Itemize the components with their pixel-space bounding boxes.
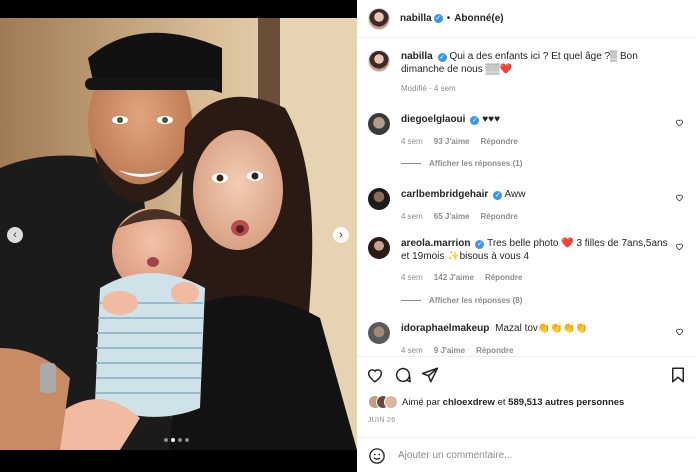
liked-by-user[interactable]: chloexdrew <box>443 397 495 408</box>
comment-username[interactable]: idoraphaelmakeup <box>401 323 489 334</box>
carousel-prev-button[interactable]: ‹ <box>7 227 23 243</box>
post-date[interactable]: JUIN 26 <box>368 417 395 424</box>
post-photo[interactable] <box>0 18 357 450</box>
comment-input[interactable] <box>398 450 628 461</box>
comment-time: 4 sem <box>401 273 423 282</box>
view-replies-label[interactable]: Afficher les réponses (1) <box>429 159 522 168</box>
comment-likes[interactable]: 65 J'aime <box>434 212 470 221</box>
share-icon[interactable] <box>421 366 439 384</box>
chevron-left-icon: ‹ <box>13 229 17 241</box>
save-icon[interactable] <box>669 366 687 384</box>
comment-likes[interactable]: 9 J'aime <box>434 346 465 355</box>
comment-text: ♥♥♥ <box>482 114 501 125</box>
carousel-dot-active <box>171 438 175 442</box>
commenter-avatar[interactable] <box>368 188 390 210</box>
commenter-avatar[interactable] <box>368 322 390 344</box>
post-photo-viewport: ‹ › <box>0 0 357 472</box>
carousel-indicator <box>164 438 189 442</box>
comment-text: Aww <box>504 189 526 200</box>
liked-by-count[interactable]: 589,513 autres personnes <box>508 397 624 408</box>
heart-icon[interactable] <box>366 366 384 384</box>
comment-like-heart-icon[interactable] <box>675 118 684 127</box>
author-avatar[interactable] <box>368 50 390 72</box>
verified-icon: ✓ <box>433 14 443 23</box>
comment-username[interactable]: diegoelglaoui <box>401 114 465 125</box>
view-replies-button[interactable]: Afficher les réponses (8) <box>401 296 522 305</box>
comment-like-heart-icon[interactable] <box>675 242 684 251</box>
comment-time: 4 sem <box>401 346 423 355</box>
caption-text: Qui a des enfants ici ? Et quel âge ?▒ B… <box>401 51 638 75</box>
caption-meta: Modifié · 4 sem <box>401 84 456 93</box>
comment-meta: 4 sem 142 J'aime Répondre <box>401 273 522 282</box>
post-header: nabilla ✓ • Abonné(e) <box>357 0 696 38</box>
view-replies-button[interactable]: Afficher les réponses (1) <box>401 159 522 168</box>
comment-meta: 4 sem 93 J'aime Répondre <box>401 137 518 146</box>
comment-icon[interactable] <box>394 366 412 384</box>
post-side-panel: nabilla ✓ • Abonné(e) nabilla ✓ Qui a des… <box>357 0 696 472</box>
verified-icon: ✓ <box>475 240 485 249</box>
carousel-dot <box>178 438 182 442</box>
comment-time: 4 sem <box>401 137 423 146</box>
comment-meta: 4 sem 9 J'aime Répondre <box>401 346 513 355</box>
comment-like-heart-icon[interactable] <box>675 193 684 202</box>
comment-time: 4 sem <box>401 212 423 221</box>
separator-dot: • <box>446 13 451 24</box>
view-replies-label[interactable]: Afficher les réponses (8) <box>429 296 522 305</box>
liked-by-prefix: Aimé par <box>402 396 441 408</box>
carousel-dot <box>185 438 189 442</box>
family-photo-image <box>0 18 357 450</box>
verified-icon: ✓ <box>470 116 480 125</box>
caption-edited-time: Modifié · 4 sem <box>401 84 456 93</box>
chevron-right-icon: › <box>339 229 343 241</box>
carousel-next-button[interactable]: › <box>333 227 349 243</box>
liked-by-avatars[interactable] <box>368 395 398 409</box>
comment-meta: 4 sem 65 J'aime Répondre <box>401 212 518 221</box>
reply-button[interactable]: Répondre <box>476 346 513 355</box>
liked-by-summary: Aimé par chloexdrew et 589,513 autres pe… <box>368 395 624 409</box>
reply-button[interactable]: Répondre <box>481 212 518 221</box>
comment-composer <box>357 437 696 472</box>
comment-username[interactable]: carlbembridgehair <box>401 189 488 200</box>
comment-likes[interactable]: 142 J'aime <box>434 273 474 282</box>
follow-status-button[interactable]: Abonné(e) <box>454 13 503 24</box>
comment-likes[interactable]: 93 J'aime <box>434 137 470 146</box>
comment-username[interactable]: areola.marrion <box>401 238 470 249</box>
emoji-icon[interactable] <box>368 447 386 465</box>
replies-divider <box>401 300 421 301</box>
comment-like-heart-icon[interactable] <box>675 327 684 336</box>
comment-text: Mazal tov👏👏👏👏 <box>495 323 588 334</box>
commenter-avatar[interactable] <box>368 237 390 259</box>
verified-icon: ✓ <box>493 191 503 200</box>
carousel-dot <box>164 438 168 442</box>
commenter-avatar[interactable] <box>368 113 390 135</box>
verified-icon: ✓ <box>437 53 447 62</box>
replies-divider <box>401 163 421 164</box>
comments-list[interactable]: nabilla ✓ Qui a des enfants ici ? Et quel… <box>357 38 696 356</box>
author-username[interactable]: nabilla <box>400 13 432 24</box>
liked-by-connector: et <box>497 396 506 408</box>
post-actions: Aimé par chloexdrew et 589,513 autres pe… <box>357 356 696 472</box>
author-avatar[interactable] <box>368 7 390 30</box>
reply-button[interactable]: Répondre <box>485 273 522 282</box>
caption-username[interactable]: nabilla <box>401 51 433 62</box>
reply-button[interactable]: Répondre <box>481 137 518 146</box>
